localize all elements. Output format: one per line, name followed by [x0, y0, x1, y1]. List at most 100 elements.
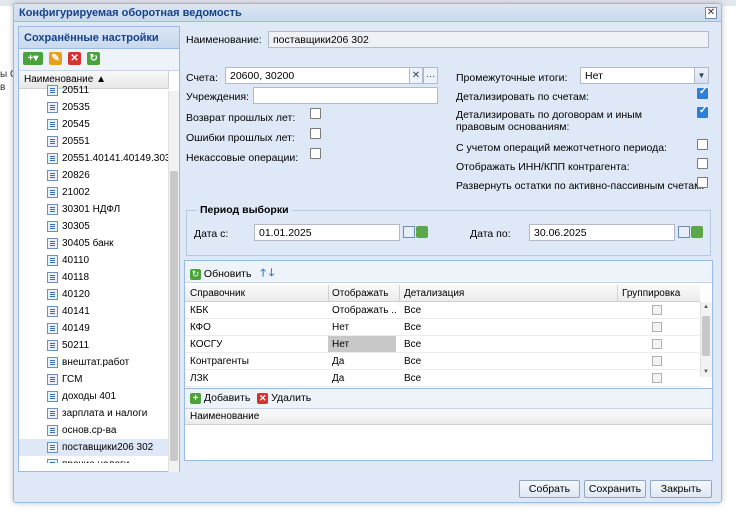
add-dropdown-icon[interactable]: +▾	[23, 52, 43, 65]
detail-cell[interactable]: Все	[404, 339, 421, 350]
detail-cell[interactable]: Все	[404, 322, 421, 333]
list-item[interactable]: 40110	[19, 252, 169, 269]
date-action-icon[interactable]	[691, 226, 703, 238]
list-item[interactable]: 40149	[19, 320, 169, 337]
grid-scrollbar-thumb[interactable]	[702, 316, 710, 356]
reference-cell[interactable]: КФО	[190, 322, 211, 333]
date-from-field[interactable]: 01.01.2025	[254, 224, 400, 241]
calendar-icon[interactable]	[678, 226, 690, 238]
delete-button[interactable]: ✕ Удалить	[257, 392, 311, 404]
add-button[interactable]: + Добавить	[190, 392, 250, 404]
list-item[interactable]: 20535	[19, 99, 169, 116]
document-icon	[47, 357, 58, 368]
list-item[interactable]: 50211	[19, 337, 169, 354]
dialog-titlebar[interactable]: Конфигурируемая оборотная ведомость ✕	[14, 4, 721, 22]
list-item[interactable]: доходы 401	[19, 388, 169, 405]
show-cell[interactable]: Да	[332, 356, 396, 367]
list-item[interactable]: основ.ср-ва	[19, 422, 169, 439]
chevron-down-icon[interactable]: ▼	[694, 68, 708, 83]
date-to-field[interactable]: 30.06.2025	[529, 224, 675, 241]
grouping-checkbox[interactable]	[652, 322, 662, 332]
subtotals-select[interactable]: Нет	[580, 67, 709, 84]
edit-icon[interactable]: ✎	[49, 52, 63, 65]
reference-cell[interactable]: КОСГУ	[190, 339, 222, 350]
grouping-checkbox[interactable]	[652, 305, 662, 315]
close-button[interactable]: Закрыть	[650, 480, 712, 498]
inn-kpp-checkbox[interactable]	[697, 158, 708, 169]
column-header[interactable]: Справочник	[190, 288, 245, 299]
close-icon[interactable]: ✕	[705, 7, 717, 19]
interperiod-checkbox[interactable]	[697, 139, 708, 150]
show-cell[interactable]: Нет	[332, 322, 396, 333]
reference-cell[interactable]: КБК	[190, 305, 208, 316]
refresh-button[interactable]: ↻ Обновить	[190, 268, 251, 280]
list-item[interactable]: зарплата и налоги	[19, 405, 169, 422]
list-item[interactable]: 20545	[19, 116, 169, 133]
clear-icon[interactable]: ✕	[409, 67, 423, 84]
column-header[interactable]: Отображать	[332, 288, 388, 299]
column-header[interactable]: Детализация	[404, 288, 464, 299]
reference-cell[interactable]: Контрагенты	[190, 356, 249, 367]
document-icon	[47, 85, 58, 96]
scroll-down-icon[interactable]: ▼	[703, 369, 709, 375]
list-scrollbar-thumb[interactable]	[170, 171, 178, 461]
list-item[interactable]: 21002	[19, 184, 169, 201]
refresh-icon[interactable]: ↻	[87, 52, 101, 65]
table-row[interactable]: КФО Нет Все	[185, 319, 700, 336]
list-item[interactable]: 40141	[19, 303, 169, 320]
grouping-checkbox[interactable]	[652, 356, 662, 366]
calendar-icon[interactable]	[403, 226, 415, 238]
grouping-checkbox[interactable]	[652, 373, 662, 383]
list-item[interactable]: 20826	[19, 167, 169, 184]
active-passive-checkbox[interactable]	[697, 177, 708, 188]
list-item[interactable]: внештат.работ	[19, 354, 169, 371]
arrow-down-icon[interactable]: 🡓	[269, 267, 274, 279]
table-row[interactable]: КБК Отображать ... Все	[185, 302, 700, 319]
list-scrollbar[interactable]	[168, 91, 179, 472]
subtotals-label: Промежуточные итоги:	[456, 72, 568, 84]
table-row[interactable]: ЛЗК Да Все	[185, 370, 700, 387]
document-icon	[47, 153, 58, 164]
list-item[interactable]: 30305	[19, 218, 169, 235]
list-item[interactable]: 20511	[19, 82, 169, 99]
delete-icon[interactable]: ✕	[68, 52, 82, 65]
show-cell[interactable]: Отображать ...	[332, 305, 396, 316]
list-item[interactable]: 30405 банк	[19, 235, 169, 252]
table-row[interactable]: Контрагенты Да Все	[185, 353, 700, 370]
subgrid-column-header[interactable]: Наименование	[185, 409, 712, 425]
detail-cell[interactable]: Все	[404, 305, 421, 316]
list-item[interactable]: 30301 НДФЛ	[19, 201, 169, 218]
document-icon	[47, 102, 58, 113]
grid-scrollbar[interactable]: ▲ ▼	[700, 302, 712, 377]
list-item[interactable]: ГСМ	[19, 371, 169, 388]
prev-years-errors-checkbox[interactable]	[310, 128, 321, 139]
detail-accounts-checkbox[interactable]	[697, 86, 708, 99]
noncash-checkbox[interactable]	[310, 148, 321, 159]
institutions-field[interactable]	[253, 87, 438, 104]
list-item[interactable]: 40118	[19, 269, 169, 286]
show-cell[interactable]: Нет	[328, 336, 396, 352]
collect-button[interactable]: Собрать	[519, 480, 580, 498]
arrow-up-icon[interactable]: 🡑	[260, 267, 265, 279]
name-field[interactable]: поставщики206 302	[268, 31, 709, 48]
prev-years-return-checkbox[interactable]	[310, 108, 321, 119]
column-header[interactable]: Группировка	[622, 288, 680, 299]
list-item[interactable]: 40120	[19, 286, 169, 303]
reference-cell[interactable]: ЛЗК	[190, 373, 208, 384]
list-item[interactable]: прочие налоги	[19, 456, 169, 463]
date-action-icon[interactable]	[416, 226, 428, 238]
show-cell[interactable]: Да	[332, 373, 396, 384]
table-row[interactable]: КОСГУ Нет Все	[185, 336, 700, 353]
scroll-up-icon[interactable]: ▲	[703, 304, 709, 310]
list-item-label: доходы 401	[62, 391, 116, 402]
list-item[interactable]: 20551	[19, 133, 169, 150]
detail-cell[interactable]: Все	[404, 356, 421, 367]
more-icon[interactable]: …	[423, 67, 438, 84]
list-item[interactable]: поставщики206 302	[19, 439, 169, 456]
detail-contracts-checkbox[interactable]	[697, 105, 708, 118]
detail-cell[interactable]: Все	[404, 373, 421, 384]
grouping-checkbox[interactable]	[652, 339, 662, 349]
save-button[interactable]: Сохранить	[584, 480, 646, 498]
list-item[interactable]: 20551.40141.40149.303...	[19, 150, 169, 167]
accounts-field[interactable]: 20600, 30200	[225, 67, 411, 84]
